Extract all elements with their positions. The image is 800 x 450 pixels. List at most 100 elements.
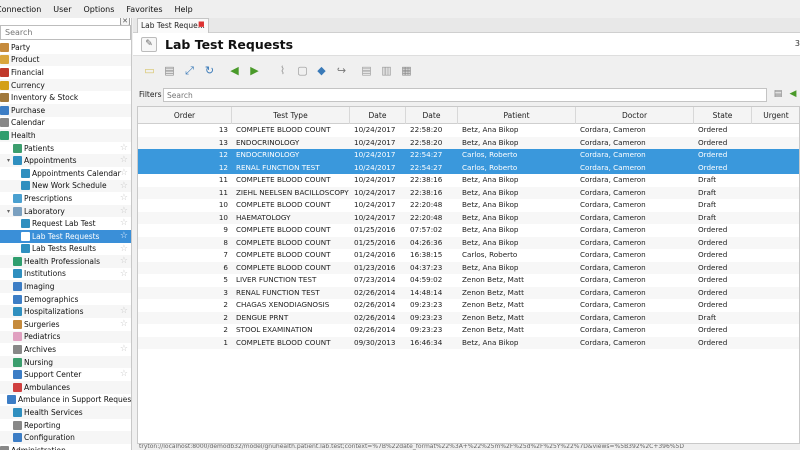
- bookmark-icon[interactable]: ▤: [773, 89, 783, 100]
- favorite-star-icon[interactable]: ☆: [120, 193, 128, 203]
- favorite-star-icon[interactable]: ☆: [120, 143, 128, 153]
- sidebar-item-administration[interactable]: Administration: [0, 444, 131, 450]
- sidebar-item-ambulance-in-support-reques[interactable]: Ambulance in Support Reques ☆: [0, 394, 131, 407]
- sidebar-item-health-services[interactable]: Health Services: [0, 406, 131, 419]
- favorite-star-icon[interactable]: ☆: [120, 244, 128, 254]
- sidebar-item-lab-test-requests[interactable]: Lab Test Requests ☆: [0, 229, 131, 243]
- sidebar-item-health[interactable]: Health: [0, 129, 131, 142]
- column-header-urgent[interactable]: Urgent: [752, 107, 799, 124]
- sidebar-item-currency[interactable]: Currency: [0, 78, 131, 92]
- sidebar-item-support-center[interactable]: Support Center ☆: [0, 368, 131, 381]
- table-row[interactable]: 2 DENGUE PRNT 02/26/2014 09:23:23 Zenon Betz…: [138, 311, 799, 324]
- menu-help[interactable]: Help: [175, 5, 199, 14]
- sidebar-item-surgeries[interactable]: Surgeries ☆: [0, 318, 131, 331]
- table-row[interactable]: 9 COMPLETE BLOOD COUNT 01/25/2016 07:57:02 B…: [138, 224, 799, 237]
- sidebar-item-product[interactable]: Product: [0, 53, 131, 67]
- table-row[interactable]: 2 STOOL EXAMINATION 02/26/2014 09:23:23 Zeno…: [138, 324, 799, 337]
- favorite-star-icon[interactable]: ☆: [120, 306, 128, 316]
- status-bar-url: tryton://localhost:8000/demodb32/model/g…: [137, 444, 800, 450]
- sidebar-item-laboratory[interactable]: ▾ Laboratory ☆: [0, 204, 131, 218]
- favorite-star-icon[interactable]: ☆: [120, 269, 128, 279]
- new-record-icon[interactable]: ▭: [143, 64, 156, 77]
- sidebar-item-patients[interactable]: Patients ☆: [0, 142, 131, 155]
- table-row[interactable]: 8 COMPLETE BLOOD COUNT 01/25/2016 04:26:36 B…: [138, 236, 799, 249]
- sidebar-item-nursing[interactable]: Nursing: [0, 355, 131, 369]
- sidebar-item-imaging[interactable]: Imaging: [0, 280, 131, 293]
- sidebar-item-reporting[interactable]: Reporting: [0, 419, 131, 432]
- sidebar-item-purchase[interactable]: Purchase: [0, 103, 131, 117]
- report-icon[interactable]: ▤: [360, 64, 373, 77]
- column-header-state[interactable]: State: [694, 107, 752, 124]
- table-row[interactable]: 11 ZIEHL NEELSEN BACILLOSCOPY 10/24/2017 22…: [138, 186, 799, 199]
- favorite-star-icon[interactable]: ☆: [120, 256, 128, 266]
- email-icon[interactable]: ▥: [380, 64, 393, 77]
- print-icon[interactable]: ▦: [400, 64, 413, 77]
- favorite-star-icon[interactable]: ☆: [120, 369, 128, 379]
- table-row[interactable]: 12 ENDOCRINOLOGY 10/24/2017 22:54:27 Carlos,…: [138, 149, 799, 162]
- close-tab-icon[interactable]: ■: [198, 20, 205, 28]
- next-icon[interactable]: ▶: [248, 64, 261, 77]
- table-row[interactable]: 2 CHAGAS XENODIAGNOSIS 02/26/2014 09:23:23 Z…: [138, 299, 799, 312]
- table-row[interactable]: 7 COMPLETE BLOOD COUNT 01/24/2016 16:38:15 C…: [138, 249, 799, 262]
- table-row[interactable]: 5 LIVER FUNCTION TEST 07/23/2014 04:59:02 Ze…: [138, 274, 799, 287]
- table-row[interactable]: 12 RENAL FUNCTION TEST 10/24/2017 22:54:27 C…: [138, 161, 799, 174]
- save-icon[interactable]: ▤: [163, 64, 176, 77]
- column-header-date[interactable]: Date: [350, 107, 406, 124]
- sidebar-item-hospitalizations[interactable]: Hospitalizations ☆: [0, 305, 131, 319]
- action-icon[interactable]: ◆: [315, 64, 328, 77]
- sidebar-item-health-professionals[interactable]: Health Professionals ☆: [0, 255, 131, 268]
- relate-icon[interactable]: ↪: [335, 64, 348, 77]
- sidebar-item-lab-tests-results[interactable]: Lab Tests Results ☆: [0, 243, 131, 256]
- table-row[interactable]: 10 COMPLETE BLOOD COUNT 10/24/2017 22:20:48…: [138, 199, 799, 212]
- previous-page-icon[interactable]: ◀: [788, 89, 798, 100]
- menu-connection[interactable]: Connection: [0, 5, 47, 14]
- sidebar-item-pediatrics[interactable]: Pediatrics: [0, 330, 131, 344]
- sidebar-item-inventory-stock[interactable]: Inventory & Stock: [0, 91, 131, 104]
- table-row[interactable]: 1 COMPLETE BLOOD COUNT 09/30/2013 16:46:34 B…: [138, 336, 799, 349]
- table-row[interactable]: 6 COMPLETE BLOOD COUNT 01/23/2016 04:37:23 B…: [138, 261, 799, 274]
- filters-search-input[interactable]: [163, 88, 767, 102]
- switch-view-icon[interactable]: ⤢: [183, 64, 196, 77]
- sidebar-item-institutions[interactable]: Institutions ☆: [0, 268, 131, 281]
- favorite-star-icon[interactable]: ☆: [120, 319, 128, 329]
- favorite-star-icon[interactable]: ☆: [120, 218, 128, 228]
- sidebar-item-request-lab-test[interactable]: Request Lab Test ☆: [0, 217, 131, 230]
- column-header-date[interactable]: Date: [406, 107, 458, 124]
- sidebar-search-input[interactable]: [0, 25, 131, 40]
- wrench-icon[interactable]: ✎: [141, 37, 157, 52]
- sidebar-item-financial[interactable]: Financial: [0, 66, 131, 79]
- column-header-doctor[interactable]: Doctor: [576, 107, 694, 124]
- column-header-order[interactable]: Order: [138, 107, 232, 124]
- menu-favorites[interactable]: Favorites: [126, 5, 168, 14]
- table-row[interactable]: 10 HAEMATOLOGY 10/24/2017 22:20:48 Betz, Ana…: [138, 211, 799, 224]
- reload-icon[interactable]: ↻: [203, 64, 216, 77]
- note-icon[interactable]: ▢: [296, 64, 309, 77]
- favorite-star-icon[interactable]: ☆: [120, 231, 128, 241]
- favorite-star-icon[interactable]: ☆: [120, 155, 128, 165]
- favorite-star-icon[interactable]: ☆: [120, 181, 128, 191]
- table-row[interactable]: 13 ENDOCRINOLOGY 10/24/2017 22:58:20 Betz, A…: [138, 136, 799, 149]
- sidebar-item-configuration[interactable]: Configuration: [0, 431, 131, 444]
- table-row[interactable]: 11 COMPLETE BLOOD COUNT 10/24/2017 22:38:16…: [138, 174, 799, 187]
- previous-icon[interactable]: ◀: [228, 64, 241, 77]
- sidebar-item-appointments[interactable]: ▾ Appointments ☆: [0, 154, 131, 167]
- sidebar-item-ambulances[interactable]: Ambulances: [0, 381, 131, 394]
- favorite-star-icon[interactable]: ☆: [120, 395, 128, 405]
- sidebar-item-appointments-calendar[interactable]: Appointments Calendar ☆: [0, 167, 131, 180]
- column-header-test-type[interactable]: Test Type: [232, 107, 350, 124]
- sidebar-item-new-work-schedule[interactable]: New Work Schedule ☆: [0, 179, 131, 193]
- menu-options[interactable]: Options: [84, 5, 121, 14]
- table-row[interactable]: 13 COMPLETE BLOOD COUNT 10/24/2017 22:58:20…: [138, 124, 799, 137]
- favorite-star-icon[interactable]: ☆: [120, 168, 128, 178]
- sidebar-item-demographics[interactable]: Demographics: [0, 293, 131, 306]
- sidebar-item-archives[interactable]: Archives ☆: [0, 343, 131, 356]
- column-header-patient[interactable]: Patient: [458, 107, 576, 124]
- sidebar-item-prescriptions[interactable]: Prescriptions ☆: [0, 192, 131, 205]
- sidebar-item-calendar[interactable]: Calendar: [0, 117, 131, 130]
- attachment-icon[interactable]: ⌇: [276, 64, 289, 77]
- favorite-star-icon[interactable]: ☆: [120, 344, 128, 354]
- menu-user[interactable]: User: [53, 5, 77, 14]
- sidebar-item-party[interactable]: Party: [0, 41, 131, 54]
- table-row[interactable]: 3 RENAL FUNCTION TEST 02/26/2014 14:48:14 Ze…: [138, 286, 799, 299]
- favorite-star-icon[interactable]: ☆: [120, 206, 128, 216]
